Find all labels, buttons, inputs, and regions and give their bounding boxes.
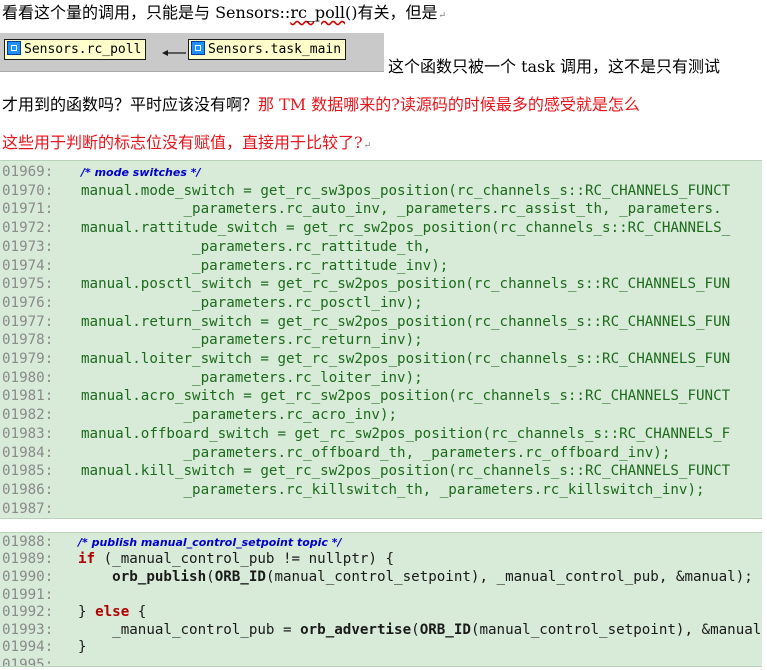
intro-text-suffix: ()有关，但是: [345, 3, 438, 22]
code-line: 01975: manual.posctl_switch = get_rc_sw2p…: [2, 276, 731, 293]
code-line: 01986: _parameters.rc_killswitch_th, _pa…: [2, 481, 705, 498]
code-line: 01977: manual.return_switch = get_rc_sw2p…: [2, 313, 731, 330]
intro-text: 看看这个量的调用，只能是与 Sensors::: [2, 3, 291, 22]
code-line: 01985: manual.kill_switch = get_rc_sw2pos…: [2, 463, 731, 480]
callee-node: Sensors.rc_poll: [4, 39, 147, 60]
code-line: 01989: if (_manual_control_pub != nullptr…: [2, 551, 395, 567]
code-line: 01978: _parameters.rc_return_inv);: [2, 332, 423, 349]
function-icon: [191, 41, 205, 55]
caller-node: Sensors.task_main: [188, 39, 347, 60]
function-icon: [7, 41, 21, 55]
code-line: 01980: _parameters.rc_loiter_inv);: [2, 369, 423, 386]
text-line: 这个函数只被一个 task 调用，这不是只有测试: [388, 57, 721, 76]
call-graph-image: Sensors.rc_poll Sensors.task_main: [0, 33, 384, 72]
callee-label: Sensors.rc_poll: [24, 42, 142, 57]
code-line: 01983: manual.offboard_switch = get_rc_sw…: [2, 425, 731, 442]
code-line: 01982: _parameters.rc_acro_inv);: [2, 407, 398, 424]
code-line: 01981: manual.acro_switch = get_rc_sw2pos…: [2, 388, 731, 405]
paragraph-intro: 看看这个量的调用，只能是与 Sensors::rc_poll()有关，但是↵: [2, 3, 446, 26]
code-line: 01992:} else {: [2, 604, 147, 620]
highlighted-text: 这些用于判断的标志位没有赋值，直接用于比较了?: [2, 133, 363, 152]
code-line: 01984: _parameters.rc_offboard_th, _para…: [2, 444, 671, 461]
code-line: 01979: manual.loiter_switch = get_rc_sw2p…: [2, 351, 731, 367]
code-line: 01970: manual.mode_switch = get_rc_sw3pos…: [2, 182, 731, 199]
text-line: 才用到的函数吗？平时应该没有啊？: [2, 95, 259, 114]
code-line: 01969:/* mode switches */: [2, 164, 201, 180]
code-block-mode-switches: 01969:/* mode switches */ 01970: manual.mo…: [0, 160, 762, 519]
code-line: 01976: _parameters.rc_posctl_inv);: [2, 294, 423, 311]
highlighted-text: 那 TM 数据哪来的?读源码的时候最多的感受就是怎么: [258, 95, 640, 114]
code-line: 01995:: [2, 657, 54, 667]
call-arrow-icon: [162, 50, 186, 56]
code-line: 01988:/* publish manual_control_setpoint…: [2, 534, 342, 550]
paragraph-mark-icon: ↵: [363, 141, 372, 151]
code-line: 01993: _manual_control_pub = orb_adverti…: [2, 622, 762, 638]
code-line: 01994:}: [2, 639, 87, 655]
paragraph-line-1: 这个函数只被一个 task 调用，这不是只有测试: [388, 57, 720, 77]
code-line: 01972: manual.rattitude_switch = get_rc_s…: [2, 220, 731, 237]
code-line: 01973: _parameters.rc_rattitude_th,: [2, 238, 432, 255]
paragraph-line-2: 才用到的函数吗？平时应该没有啊？那 TM 数据哪来的?读源码的时候最多的感受就是…: [2, 95, 640, 115]
code-line: 01990: orb_publish(ORB_ID(manual_control…: [2, 569, 753, 585]
code-line: 01971: _parameters.rc_auto_inv, _paramet…: [2, 201, 722, 218]
caller-label: Sensors.task_main: [208, 42, 342, 57]
code-line: 01974: _parameters.rc_rattitude_inv);: [2, 257, 449, 274]
rc-poll-function-name: rc_poll: [290, 3, 346, 22]
paragraph-line-3: 这些用于判断的标志位没有赋值，直接用于比较了?↵: [2, 133, 371, 156]
code-line: 01987:: [2, 500, 54, 517]
code-line: 01991:: [2, 587, 54, 603]
code-block-publish: 01988:/* publish manual_control_setpoint…: [0, 532, 762, 667]
paragraph-mark-icon: ↵: [438, 11, 447, 21]
